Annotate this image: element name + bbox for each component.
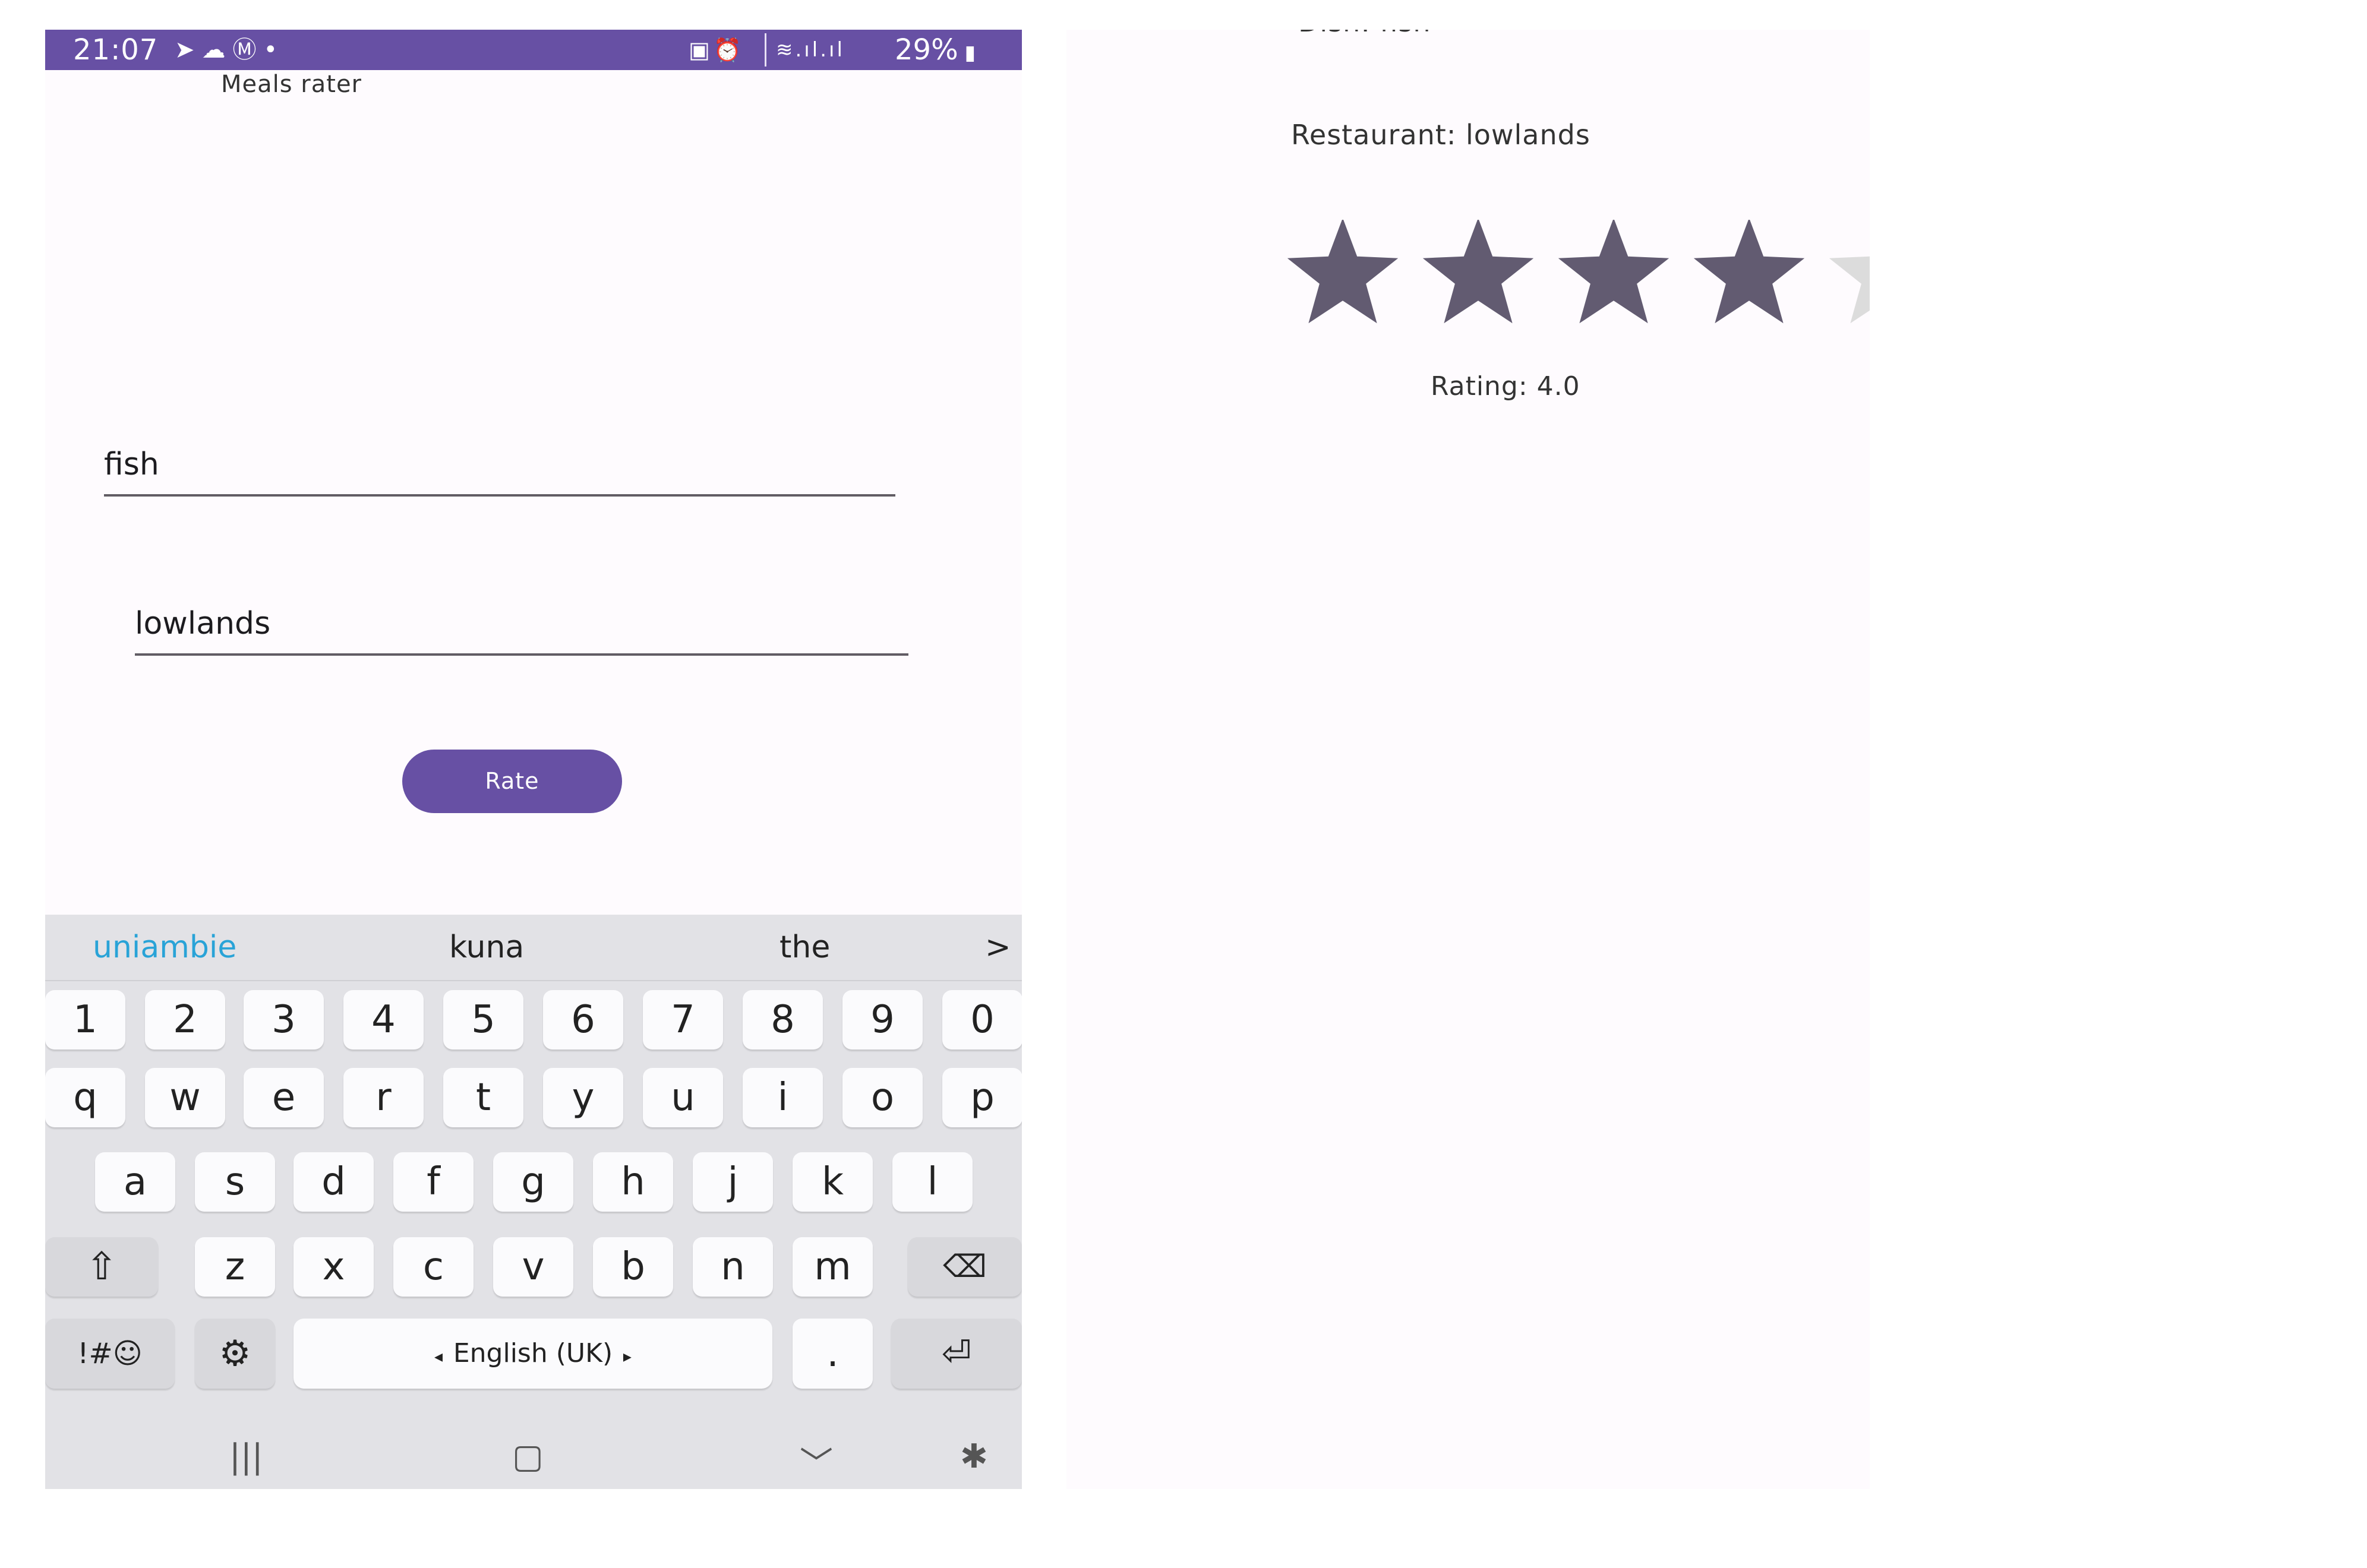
suggestion-3[interactable]: the <box>779 915 830 980</box>
notification-icons: ➤☁Ⓜ• <box>175 30 285 70</box>
shift-icon: ⇧ <box>86 1245 118 1289</box>
key-x[interactable]: x <box>293 1237 374 1297</box>
key-2[interactable]: 2 <box>145 990 225 1049</box>
rate-button[interactable]: Rate <box>402 750 622 813</box>
key-n[interactable]: n <box>693 1237 773 1297</box>
alarm-icon: ⏰ <box>713 37 746 63</box>
star-filled-icon[interactable] <box>1693 220 1805 324</box>
backspace-key[interactable]: ⌫ <box>908 1237 1022 1297</box>
key-y[interactable]: y <box>543 1068 623 1127</box>
star-filled-icon[interactable] <box>1287 220 1399 324</box>
symbols-key[interactable]: !#☺ <box>45 1319 175 1389</box>
restaurant-input[interactable]: lowlands <box>135 600 908 656</box>
key-k[interactable]: k <box>793 1152 873 1212</box>
star-empty-icon[interactable] <box>1829 220 1870 324</box>
rating-label: Rating: 4.0 <box>1431 371 1580 402</box>
more-suggestions-button[interactable]: > <box>985 915 1011 980</box>
key-g[interactable]: g <box>493 1152 573 1212</box>
status-time: 21:07 <box>73 33 159 67</box>
dish-label: Dish: fish <box>1298 30 1431 38</box>
key-3[interactable]: 3 <box>244 990 324 1049</box>
keyboard: uniambie kuna the > 1 2 3 4 5 6 7 8 9 0 … <box>45 915 1022 1489</box>
battery-percentage: 29% ▮ <box>895 33 976 67</box>
key-h[interactable]: h <box>593 1152 673 1212</box>
signal-icon: .ıl <box>820 38 845 62</box>
recent-apps-icon[interactable]: ||| <box>229 1437 263 1476</box>
lock-screen-icon: ▣ <box>689 37 714 63</box>
star-filled-icon[interactable] <box>1558 220 1669 324</box>
telegram-icon: ➤ <box>175 36 202 64</box>
key-o[interactable]: o <box>842 1068 923 1127</box>
signal-icon: .ıl <box>795 38 820 62</box>
home-icon[interactable]: ▢ <box>512 1437 544 1476</box>
dot-icon: • <box>263 36 285 64</box>
key-l[interactable]: l <box>892 1152 973 1212</box>
wifi-signal-icons: ≋.ıl.ıl <box>776 30 845 70</box>
key-w[interactable]: w <box>145 1068 225 1127</box>
suggestion-2[interactable]: kuna <box>449 915 524 980</box>
status-divider <box>765 33 766 67</box>
rating-bar[interactable] <box>1286 220 1870 327</box>
dish-input[interactable]: fish <box>104 441 895 497</box>
result-screen: Dish: fish Restaurant: lowlands Rating: … <box>1066 30 1870 1489</box>
navigation-bar: ||| ▢ ﹀ ✱ <box>45 1425 1022 1489</box>
key-q[interactable]: q <box>45 1068 125 1127</box>
enter-key[interactable]: ⏎ <box>891 1319 1022 1389</box>
key-i[interactable]: i <box>743 1068 823 1127</box>
chevron-left-icon: ◂ <box>434 1346 453 1366</box>
suggestion-1[interactable]: uniambie <box>93 915 236 980</box>
accessibility-icon[interactable]: ✱ <box>960 1437 988 1476</box>
status-bar: 21:07 ➤☁Ⓜ• ▣⏰ ≋.ıl.ıl 29% ▮ <box>45 30 1022 70</box>
key-8[interactable]: 8 <box>743 990 823 1049</box>
space-key[interactable]: ◂ English (UK) ▸ <box>293 1319 772 1389</box>
key-r[interactable]: r <box>343 1068 424 1127</box>
key-t[interactable]: t <box>443 1068 523 1127</box>
key-5[interactable]: 5 <box>443 990 523 1049</box>
key-4[interactable]: 4 <box>343 990 424 1049</box>
cloud-icon: ☁ <box>201 36 233 64</box>
key-6[interactable]: 6 <box>543 990 623 1049</box>
star-filled-icon[interactable] <box>1422 220 1534 324</box>
tm-icon: Ⓜ <box>232 36 264 64</box>
key-p[interactable]: p <box>942 1068 1022 1127</box>
key-z[interactable]: z <box>195 1237 275 1297</box>
key-e[interactable]: e <box>244 1068 324 1127</box>
key-c[interactable]: c <box>393 1237 474 1297</box>
key-1[interactable]: 1 <box>45 990 125 1049</box>
period-key[interactable]: . <box>793 1319 873 1389</box>
key-m[interactable]: m <box>793 1237 873 1297</box>
key-a[interactable]: a <box>95 1152 175 1212</box>
shift-key[interactable]: ⇧ <box>45 1237 158 1297</box>
app-title: Meals rater <box>221 71 362 98</box>
hide-keyboard-icon[interactable]: ﹀ <box>800 1437 833 1485</box>
enter-icon: ⏎ <box>941 1333 972 1374</box>
chevron-right-icon: ▸ <box>613 1346 632 1366</box>
gear-icon: ⚙ <box>219 1333 251 1374</box>
key-j[interactable]: j <box>693 1152 773 1212</box>
key-b[interactable]: b <box>593 1237 673 1297</box>
settings-key[interactable]: ⚙ <box>195 1319 275 1389</box>
backspace-icon: ⌫ <box>943 1249 987 1285</box>
key-s[interactable]: s <box>195 1152 275 1212</box>
key-0[interactable]: 0 <box>942 990 1022 1049</box>
restaurant-label: Restaurant: lowlands <box>1291 119 1590 151</box>
battery-icon: ▮ <box>958 41 976 65</box>
key-u[interactable]: u <box>643 1068 723 1127</box>
suggestion-bar: uniambie kuna the > <box>45 915 1022 981</box>
key-9[interactable]: 9 <box>842 990 923 1049</box>
key-f[interactable]: f <box>393 1152 474 1212</box>
wifi-icon: ≋ <box>776 38 796 62</box>
key-d[interactable]: d <box>293 1152 374 1212</box>
key-v[interactable]: v <box>493 1237 573 1297</box>
key-7[interactable]: 7 <box>643 990 723 1049</box>
rater-screen: 21:07 ➤☁Ⓜ• ▣⏰ ≋.ıl.ıl 29% ▮ Meals rater … <box>45 30 1022 1489</box>
system-icons: ▣⏰ <box>689 30 745 70</box>
